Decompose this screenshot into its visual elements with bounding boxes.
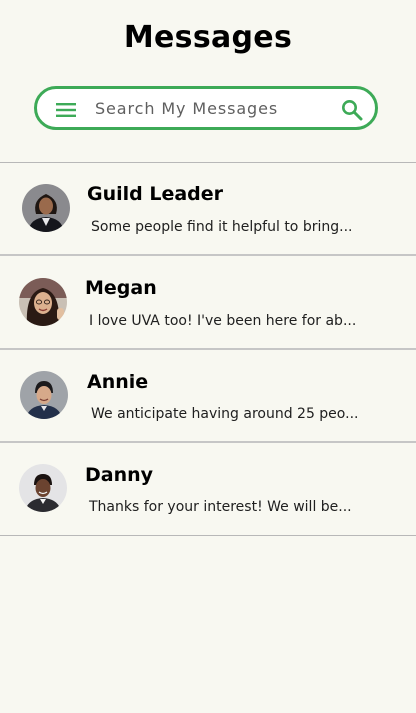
contact-name: Megan [85,277,157,299]
search-icon[interactable] [341,99,363,121]
search-bar[interactable] [34,86,378,130]
contact-name: Annie [87,371,149,393]
avatar [22,184,70,232]
contact-name: Guild Leader [87,183,224,205]
message-preview: Thanks for your interest! We will be... [89,499,352,515]
list-divider [0,535,416,536]
conversation-item-annie[interactable]: Annie We anticipate having around 25 peo… [0,350,416,442]
page-title: Messages [123,20,293,55]
message-preview: Some people find it helpful to bring... [91,219,353,235]
contact-name: Danny [85,464,154,486]
message-preview: We anticipate having around 25 peo... [91,406,359,422]
menu-icon[interactable] [56,102,76,117]
avatar [19,278,67,326]
avatar [20,371,68,419]
conversation-item-guild-leader[interactable]: Guild Leader Some people find it helpful… [0,162,416,254]
search-input[interactable] [95,96,325,120]
conversation-item-megan[interactable]: Megan I love UVA too! I've been here for… [0,256,416,348]
avatar [19,464,67,512]
conversation-item-danny[interactable]: Danny Thanks for your interest! We will … [0,443,416,535]
message-preview: I love UVA too! I've been here for ab... [89,313,357,329]
